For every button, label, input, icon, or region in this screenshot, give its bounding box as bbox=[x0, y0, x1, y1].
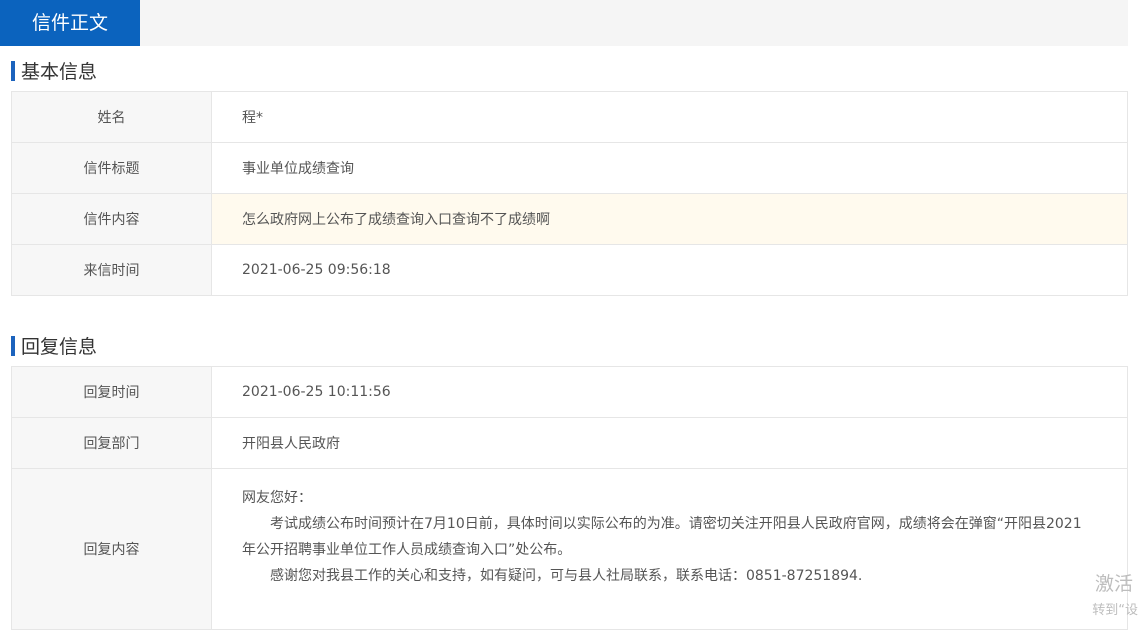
table-row: 回复内容 网友您好： 考试成绩公布时间预计在7月10日前，具体时间以实际公布的为… bbox=[11, 468, 1128, 630]
section-marker bbox=[11, 61, 15, 81]
field-value: 事业单位成绩查询 bbox=[211, 142, 1128, 194]
section-title-text: 回复信息 bbox=[21, 336, 98, 358]
table-row: 回复部门 开阳县人民政府 bbox=[11, 417, 1128, 469]
table-row: 来信时间 2021-06-25 09:56:18 bbox=[11, 244, 1128, 296]
reply-paragraph: 感谢您对我县工作的关心和支持，如有疑问，可与县人社局联系，联系电话：0851-8… bbox=[270, 568, 863, 584]
basic-info-table: 姓名 程* 信件标题 事业单位成绩查询 信件内容 怎么政府网上公布了成绩查询入口… bbox=[11, 91, 1128, 296]
section-title-basic: 基本信息 bbox=[11, 61, 97, 83]
table-row: 信件标题 事业单位成绩查询 bbox=[11, 142, 1128, 194]
reply-content: 网友您好： 考试成绩公布时间预计在7月10日前，具体时间以实际公布的为准。请密切… bbox=[211, 468, 1128, 630]
field-label: 回复时间 bbox=[11, 366, 212, 418]
section-marker bbox=[11, 336, 15, 356]
field-label: 来信时间 bbox=[11, 244, 212, 296]
field-label: 姓名 bbox=[11, 91, 212, 143]
field-label: 信件标题 bbox=[11, 142, 212, 194]
section-title-reply: 回复信息 bbox=[11, 336, 97, 358]
field-label: 回复内容 bbox=[11, 468, 212, 630]
table-row: 信件内容 怎么政府网上公布了成绩查询入口查询不了成绩啊 bbox=[11, 193, 1128, 245]
field-label: 回复部门 bbox=[11, 417, 212, 469]
table-row: 姓名 程* bbox=[11, 91, 1128, 143]
field-value: 程* bbox=[211, 91, 1128, 143]
reply-paragraph: 考试成绩公布时间预计在7月10日前，具体时间以实际公布的为准。请密切关注开阳县人… bbox=[242, 516, 1082, 558]
tab-bar: 信件正文 bbox=[0, 0, 1128, 46]
field-value: 2021-06-25 10:11:56 bbox=[211, 366, 1128, 418]
reply-info-table: 回复时间 2021-06-25 10:11:56 回复部门 开阳县人民政府 回复… bbox=[11, 366, 1128, 630]
section-title-text: 基本信息 bbox=[21, 61, 98, 83]
activation-watermark-sub: 转到“设 bbox=[1092, 603, 1138, 618]
tab-letter-body[interactable]: 信件正文 bbox=[0, 0, 140, 46]
field-label: 信件内容 bbox=[11, 193, 212, 245]
activation-watermark: 激活 bbox=[1094, 573, 1133, 595]
reply-greeting: 网友您好： bbox=[242, 490, 312, 506]
field-value: 开阳县人民政府 bbox=[211, 417, 1128, 469]
field-value: 2021-06-25 09:56:18 bbox=[211, 244, 1128, 296]
table-row: 回复时间 2021-06-25 10:11:56 bbox=[11, 366, 1128, 418]
field-value: 怎么政府网上公布了成绩查询入口查询不了成绩啊 bbox=[211, 193, 1128, 245]
